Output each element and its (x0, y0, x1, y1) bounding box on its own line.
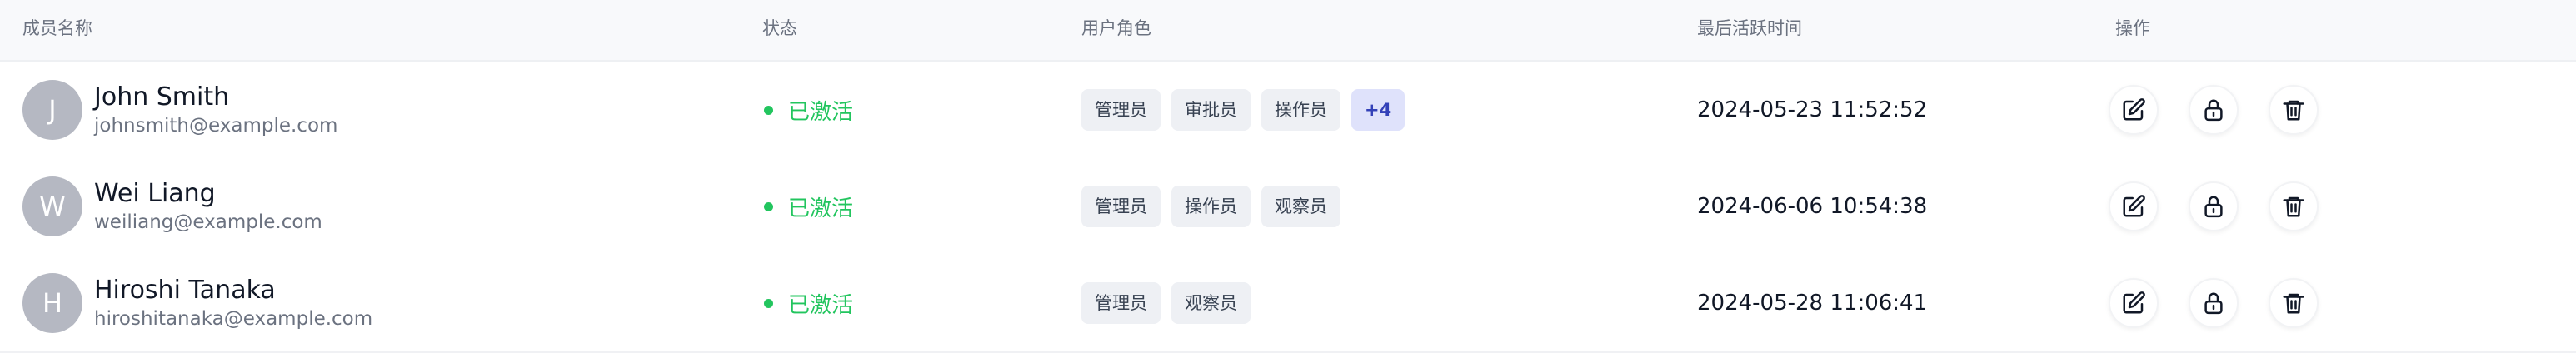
role-tag: 管理员 (1081, 282, 1161, 324)
member-name: Wei Liang (94, 179, 216, 208)
roles-cell: 管理员 观察员 (1081, 255, 1261, 351)
member-cell: J John Smith johnsmith@example.com (22, 62, 337, 158)
role-tag: 审批员 (1171, 89, 1251, 131)
status-badge: 已激活 (788, 292, 854, 318)
actions-cell (2109, 62, 2349, 158)
edit-button[interactable] (2109, 85, 2159, 135)
header-member[interactable]: 成员名称 (22, 0, 92, 60)
status-cell: 已激活 (764, 62, 853, 158)
lock-icon (2201, 291, 2226, 316)
lock-button[interactable] (2189, 181, 2239, 231)
table-row[interactable]: W Wei Liang weiliang@example.com 已激活 管理员… (0, 158, 2576, 256)
avatar: J (22, 80, 82, 140)
role-tag: 操作员 (1261, 89, 1340, 131)
role-tag: 管理员 (1081, 89, 1161, 131)
last-active-time: 2024-06-06 10:54:38 (1697, 194, 1928, 219)
edit-icon (2121, 97, 2146, 122)
header-last-active[interactable]: 最后活跃时间 (1697, 0, 1802, 60)
header-roles[interactable]: 用户角色 (1081, 0, 1151, 60)
members-table: 成员名称 状态 用户角色 最后活跃时间 操作 J John Smith john… (0, 0, 2576, 353)
status-badge: 已激活 (788, 99, 854, 125)
delete-button[interactable] (2269, 181, 2319, 231)
member-cell: W Wei Liang weiliang@example.com (22, 158, 322, 255)
table-header: 成员名称 状态 用户角色 最后活跃时间 操作 (0, 0, 2576, 62)
member-cell: H Hiroshi Tanaka hiroshitanaka@example.c… (22, 255, 372, 351)
more-roles-badge[interactable]: +4 (1351, 89, 1405, 131)
trash-icon (2281, 194, 2306, 219)
actions-cell (2109, 158, 2349, 255)
status-cell: 已激活 (764, 255, 853, 351)
lock-icon (2201, 97, 2226, 122)
edit-button[interactable] (2109, 181, 2159, 231)
status-dot-icon (764, 105, 773, 115)
lock-button[interactable] (2189, 278, 2239, 328)
role-tag: 管理员 (1081, 186, 1161, 227)
last-active-time: 2024-05-28 11:06:41 (1697, 291, 1928, 316)
roles-cell: 管理员 审批员 操作员 +4 (1081, 62, 1405, 158)
header-status[interactable]: 状态 (762, 0, 797, 60)
member-email: johnsmith@example.com (94, 115, 338, 137)
avatar: W (22, 176, 82, 236)
trash-icon (2281, 97, 2306, 122)
table-row[interactable]: H Hiroshi Tanaka hiroshitanaka@example.c… (0, 255, 2576, 353)
table-row[interactable]: J John Smith johnsmith@example.com 已激活 管… (0, 62, 2576, 160)
role-tag: 操作员 (1171, 186, 1251, 227)
edit-icon (2121, 194, 2146, 219)
role-tag: 观察员 (1171, 282, 1251, 324)
last-active-cell: 2024-06-06 10:54:38 (1697, 158, 1927, 255)
delete-button[interactable] (2269, 278, 2319, 328)
edit-button[interactable] (2109, 278, 2159, 328)
status-cell: 已激活 (764, 158, 853, 255)
actions-cell (2109, 255, 2349, 351)
edit-icon (2121, 291, 2146, 316)
last-active-cell: 2024-05-28 11:06:41 (1697, 255, 1927, 351)
last-active-cell: 2024-05-23 11:52:52 (1697, 62, 1927, 158)
member-email: weiliang@example.com (94, 211, 322, 233)
status-dot-icon (764, 298, 773, 308)
roles-cell: 管理员 操作员 观察员 (1081, 158, 1351, 255)
trash-icon (2281, 291, 2306, 316)
last-active-time: 2024-05-23 11:52:52 (1697, 97, 1928, 122)
lock-icon (2201, 194, 2226, 219)
role-tag: 观察员 (1261, 186, 1340, 227)
member-name: Hiroshi Tanaka (94, 276, 276, 305)
delete-button[interactable] (2269, 85, 2319, 135)
avatar: H (22, 273, 82, 333)
status-badge: 已激活 (788, 196, 854, 221)
member-email: hiroshitanaka@example.com (94, 308, 373, 330)
member-name: John Smith (94, 82, 230, 112)
header-actions: 操作 (2115, 18, 2150, 38)
lock-button[interactable] (2189, 85, 2239, 135)
status-dot-icon (764, 201, 773, 211)
